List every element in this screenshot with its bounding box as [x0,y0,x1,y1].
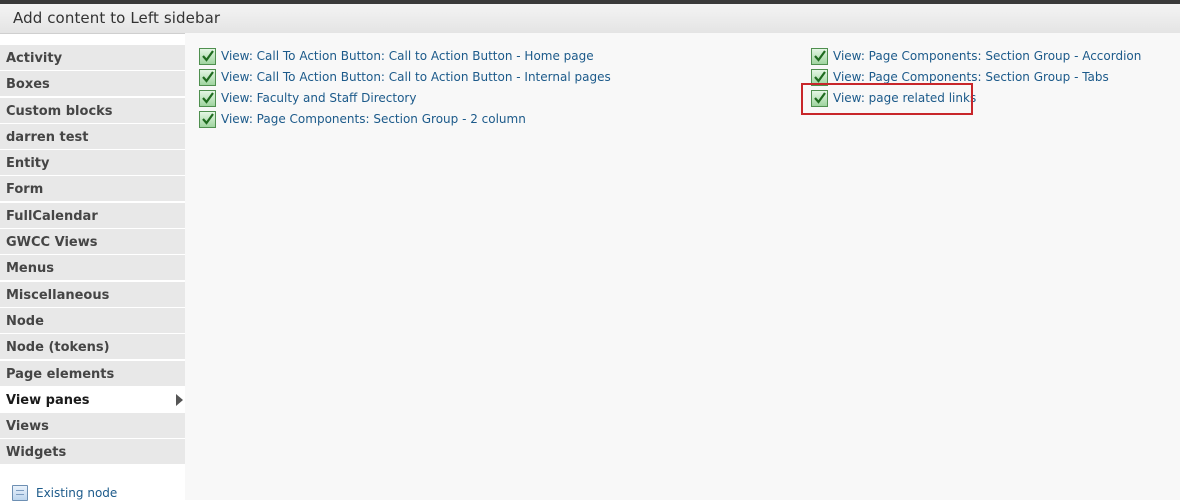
existing-node-label: Existing node [36,486,118,500]
content-item-label: View: Call To Action Button: Call to Act… [221,49,594,63]
category-label: Form [6,182,44,198]
category-darren-test[interactable]: darren test [0,123,185,149]
checkmark-icon [199,69,216,86]
category-label: Menus [6,261,55,277]
category-sidebar: Activity Boxes Custom blocks darren test… [0,45,185,501]
category-boxes[interactable]: Boxes [0,71,185,97]
category-node[interactable]: Node [0,307,185,333]
category-views[interactable]: Views [0,413,185,439]
modal-title: Add content to Left sidebar [13,9,221,27]
category-label: Miscellaneous [6,287,110,303]
category-label: GWCC Views [6,235,98,251]
content-item-label: View: Page Components: Section Group - 2… [221,112,526,126]
category-activity[interactable]: Activity [0,45,185,70]
category-label: Node (tokens) [6,340,110,356]
category-fullcalendar[interactable]: FullCalendar [0,202,185,228]
category-label: Entity [6,156,50,172]
category-label: Node [6,313,44,329]
category-gwcc-views[interactable]: GWCC Views [0,229,185,255]
content-item-label: View: Faculty and Staff Directory [221,91,417,105]
category-view-panes[interactable]: View panes [0,386,185,412]
checkmark-icon [811,48,828,65]
category-label: Page elements [6,366,115,382]
content-item-label: View: Page Components: Section Group - A… [833,49,1142,63]
category-label: Activity [6,51,63,66]
category-entity[interactable]: Entity [0,150,185,176]
category-form[interactable]: Form [0,176,185,202]
chevron-right-icon [176,393,183,406]
category-widgets[interactable]: Widgets [0,439,185,465]
category-label: Boxes [6,77,50,93]
modal-header: Add content to Left sidebar [0,4,1180,34]
checkmark-icon [199,48,216,65]
content-pane: View: Call To Action Button: Call to Act… [185,33,1180,500]
category-label: View panes [6,392,90,408]
category-label: Views [6,419,49,435]
document-icon [12,485,28,501]
highlight-box [801,83,973,115]
category-node-tokens[interactable]: Node (tokens) [0,334,185,360]
category-label: Widgets [6,445,67,461]
checkmark-icon [199,90,216,107]
category-label: Custom blocks [6,103,113,119]
category-custom-blocks[interactable]: Custom blocks [0,97,185,123]
category-menus[interactable]: Menus [0,255,185,281]
checkmark-icon [199,111,216,128]
category-label: darren test [6,129,89,145]
content-item-label: View: Call To Action Button: Call to Act… [221,70,611,84]
content-item-label: View: Page Components: Section Group - T… [833,70,1109,84]
category-page-elements[interactable]: Page elements [0,360,185,386]
category-miscellaneous[interactable]: Miscellaneous [0,281,185,307]
category-label: FullCalendar [6,208,98,224]
